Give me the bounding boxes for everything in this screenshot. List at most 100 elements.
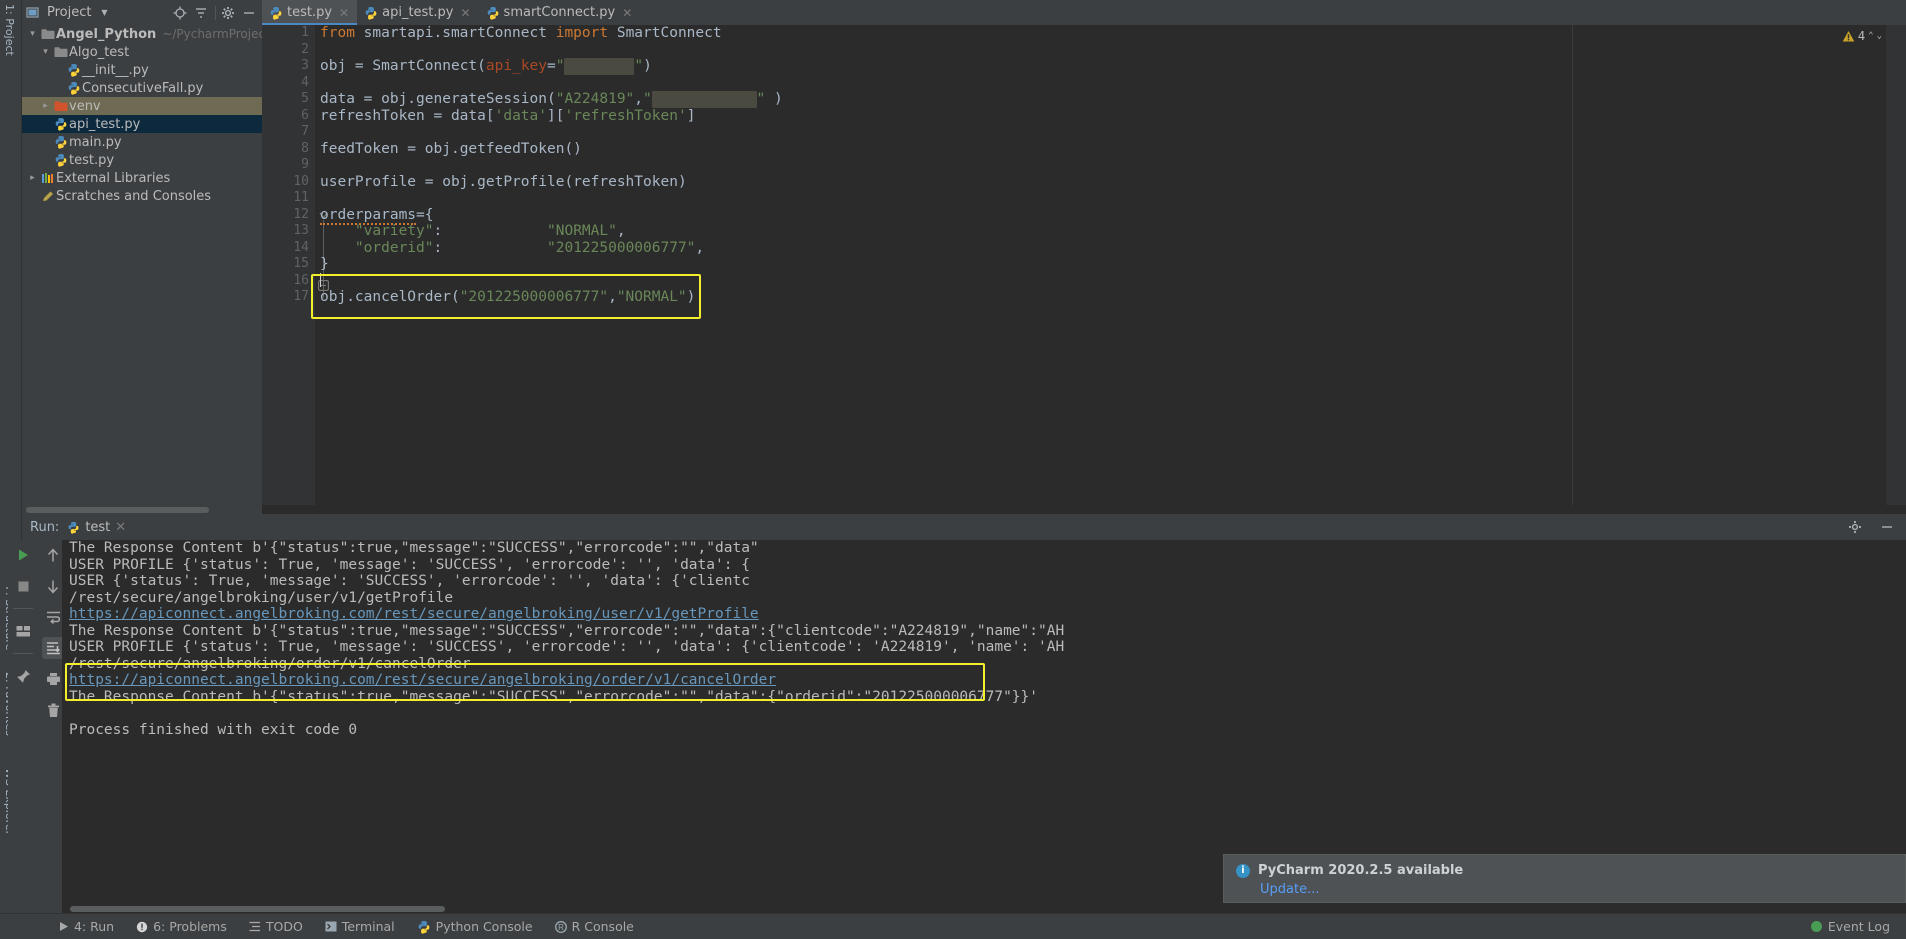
chevron-down-icon[interactable]: ▾: [39, 47, 52, 57]
tree-node-label: venv: [69, 98, 101, 114]
editor-tab-api-test-py[interactable]: api_test.py ✕: [357, 0, 479, 25]
down-arrow-icon[interactable]: [42, 575, 64, 597]
folder-icon: [52, 46, 69, 58]
code-line[interactable]: [315, 190, 1906, 207]
code-line[interactable]: orderparams={: [315, 206, 1906, 225]
notification-update-link[interactable]: Update...: [1260, 882, 1893, 897]
editor-tab-label: smartConnect.py: [503, 5, 616, 20]
code-line[interactable]: "variety": "NORMAL",: [315, 223, 1906, 240]
code-line[interactable]: }: [315, 256, 1906, 273]
code-line[interactable]: "orderid": "201225000006777",: [315, 240, 1906, 257]
tree-node-test-py[interactable]: test.py: [22, 151, 262, 169]
toolbar-divider: [215, 5, 216, 20]
chevron-down-icon[interactable]: ⌄: [1877, 31, 1882, 41]
pycharm-window: 1: Project 7: Structure 2: Favorites WS …: [0, 0, 1906, 939]
tree-node-external-libraries[interactable]: ▸ External Libraries: [22, 169, 262, 187]
stop-icon[interactable]: [12, 575, 34, 597]
statusbar-item-4-run[interactable]: 4: Run: [58, 919, 114, 934]
up-arrow-icon[interactable]: [42, 544, 64, 566]
statusbar-item-terminal[interactable]: Terminal: [325, 919, 395, 934]
tree-node-label: main.py: [69, 134, 122, 150]
hide-panel-icon[interactable]: [1880, 520, 1896, 534]
run-icon[interactable]: [12, 544, 34, 566]
run-toolbar-left-column: [8, 540, 38, 913]
code-line[interactable]: refreshToken = data['data']['refreshToke…: [315, 108, 1906, 125]
statusbar-item-python-console[interactable]: Python Console: [417, 919, 533, 934]
code-line[interactable]: data = obj.generateSession("A224819","xx…: [315, 91, 1906, 108]
chevron-down-icon[interactable]: ▼: [96, 8, 112, 17]
python-file-icon: [52, 153, 69, 167]
run-toolbar: [8, 540, 68, 913]
chevron-down-icon[interactable]: ▾: [26, 29, 39, 39]
statusbar-item-6-problems[interactable]: 6: Problems: [136, 919, 227, 934]
code-line[interactable]: userProfile = obj.getProfile(refreshToke…: [315, 174, 1906, 191]
project-tree-hscrollbar[interactable]: [22, 505, 262, 514]
project-tree[interactable]: ▾ Angel_Python ~/PycharmProjects/An ▾ Algo_t…: [22, 25, 262, 503]
statusbar-item-todo[interactable]: TODO: [249, 919, 303, 934]
soft-wrap-icon[interactable]: [42, 606, 64, 628]
close-icon[interactable]: ✕: [622, 6, 632, 20]
editor-code-area[interactable]: from smartapi.smartConnect import SmartC…: [315, 25, 1906, 514]
code-line[interactable]: feedToken = obj.getfeedToken(): [315, 141, 1906, 158]
editor-hscrollbar[interactable]: [262, 505, 1906, 514]
code-line[interactable]: [315, 124, 1906, 141]
tree-node-angel-python[interactable]: ▾ Angel_Python ~/PycharmProjects/An: [22, 25, 262, 43]
tree-node-venv[interactable]: ▸ venv: [22, 97, 262, 115]
print-icon[interactable]: [42, 668, 64, 690]
code-line[interactable]: from smartapi.smartConnect import SmartC…: [315, 25, 1906, 42]
code-line[interactable]: [315, 272, 1906, 290]
code-line[interactable]: [315, 75, 1906, 92]
collapse-all-icon[interactable]: [194, 6, 210, 20]
event-log-label: Event Log: [1827, 919, 1890, 934]
editor-gutter[interactable]: 1 2 3 4 5 6 7 8 9 10 11 12 13 14 15 16 17: [262, 25, 315, 514]
code-editor[interactable]: 1 2 3 4 5 6 7 8 9 10 11 12 13 14 15 16 17 from smartapi.…: [262, 25, 1906, 514]
line-number: 16: [293, 272, 309, 288]
console-hscrollbar[interactable]: [62, 904, 1906, 913]
console-link[interactable]: https://apiconnect.angelbroking.com/rest…: [62, 606, 1906, 623]
layout-icon[interactable]: [12, 620, 34, 642]
code-line[interactable]: [315, 157, 1906, 174]
trash-icon[interactable]: [42, 699, 64, 721]
tree-node--init-py[interactable]: __init__.py: [22, 61, 262, 79]
gear-icon[interactable]: [1848, 520, 1864, 534]
tree-node-label: api_test.py: [69, 116, 141, 132]
tree-node-scratches-and-consoles[interactable]: Scratches and Consoles: [22, 187, 262, 205]
editor-tab-test-py[interactable]: test.py ✕: [262, 0, 358, 25]
close-icon[interactable]: ✕: [460, 6, 470, 20]
run-tab-test[interactable]: test ✕: [67, 520, 126, 535]
statusbar-item-label: 6: Problems: [153, 919, 227, 934]
pin-icon[interactable]: [12, 665, 34, 687]
chevron-right-icon[interactable]: ▸: [26, 173, 39, 183]
notification-balloon[interactable]: i PyCharm 2020.2.5 available Update...: [1223, 854, 1906, 903]
editor-markup-scrollbar[interactable]: [1886, 25, 1906, 514]
close-icon[interactable]: ✕: [115, 520, 126, 535]
code-line[interactable]: obj.cancelOrder("201225000006777","NORMA…: [315, 289, 1906, 306]
chevron-up-icon[interactable]: ⌃: [1868, 31, 1873, 41]
statusbar-item-label: R Console: [571, 919, 634, 934]
status-bar: 4: Run 6: Problems TODO Terminal Python Cons…: [0, 913, 1906, 939]
chevron-right-icon[interactable]: ▸: [39, 101, 52, 111]
toolbar-divider: [13, 653, 33, 654]
statusbar-item-r-console[interactable]: R R Console: [554, 919, 634, 934]
console-line: /rest/secure/angelbroking/user/v1/getPro…: [69, 589, 454, 606]
editor-tab-smartconnect-py[interactable]: smartConnect.py ✕: [478, 0, 641, 25]
scroll-to-end-icon[interactable]: [42, 637, 64, 659]
close-icon[interactable]: ✕: [339, 6, 349, 20]
code-line[interactable]: obj = SmartConnect(api_key="xxxxxxxx"): [315, 58, 1906, 75]
python-file-icon: [65, 63, 82, 77]
hide-panel-icon[interactable]: [242, 6, 258, 20]
statusbar-item-label: Terminal: [341, 919, 395, 934]
tree-node-label: test.py: [69, 152, 115, 168]
tree-node-algo-test[interactable]: ▾ Algo_test: [22, 43, 262, 61]
tree-node-api-test-py[interactable]: api_test.py: [22, 115, 262, 133]
locate-icon[interactable]: [173, 6, 189, 20]
code-line[interactable]: [315, 42, 1906, 59]
sidebar-item-project[interactable]: 1: Project: [3, 4, 16, 56]
gear-icon[interactable]: [221, 6, 237, 20]
console-link[interactable]: https://apiconnect.angelbroking.com/rest…: [62, 672, 1906, 689]
inspection-warning-indicator[interactable]: 4 ⌃ ⌄: [1842, 29, 1882, 43]
tree-node-main-py[interactable]: main.py: [22, 133, 262, 151]
python-file-icon: [68, 521, 79, 534]
tree-node-consecutivefall-py[interactable]: ConsecutiveFall.py: [22, 79, 262, 97]
event-log-button[interactable]: Event Log: [1810, 919, 1906, 934]
